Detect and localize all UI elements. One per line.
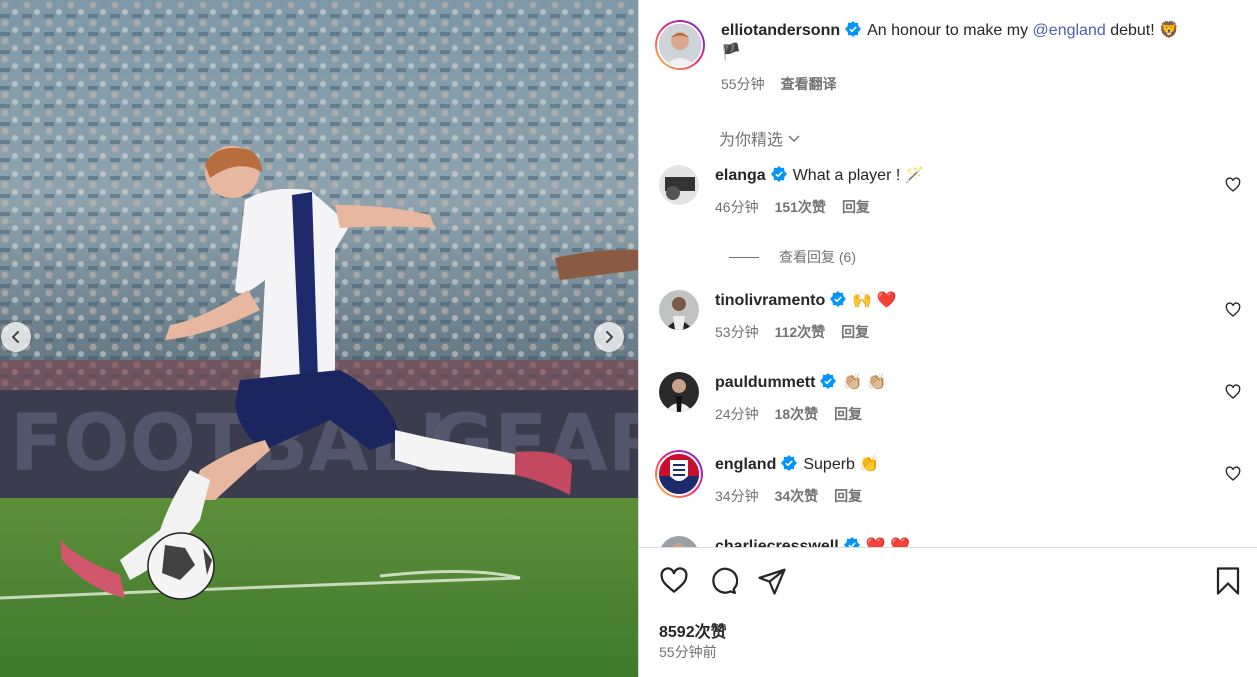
post-action-bar <box>659 566 1249 598</box>
comment-text: pauldummett 👏🏼 👏🏼 <box>715 372 1251 394</box>
like-heart-icon[interactable] <box>659 566 689 596</box>
like-comment-heart-icon[interactable] <box>1225 384 1241 400</box>
save-bookmark-icon[interactable] <box>1213 566 1243 596</box>
comment-time: 24分钟 <box>715 406 759 422</box>
caption-tail: debut! <box>1110 22 1155 39</box>
action-bar-divider <box>639 547 1257 548</box>
view-replies-button[interactable]: 查看回复 (6) <box>729 247 856 267</box>
comment-username[interactable]: elanga <box>715 167 766 184</box>
comment-emoji: 🪄 <box>904 167 925 184</box>
comments-panel: elliotandersonn An honour to make my @eng… <box>638 0 1257 677</box>
comment-text: england Superb 👏 <box>715 454 1251 476</box>
comment-bubble-icon[interactable] <box>708 566 738 596</box>
reply-button[interactable]: 回复 <box>834 404 862 424</box>
football-photo: FOOTBALL GEAR <box>0 0 638 677</box>
comment-emoji: 👏🏼 👏🏼 <box>842 374 887 391</box>
post-photo[interactable]: FOOTBALL GEAR <box>0 0 638 677</box>
comment-item: elanga What a player ! 🪄 46分钟 151次赞 回复 查看… <box>659 165 1251 265</box>
previous-photo-button[interactable] <box>1 322 31 352</box>
commenter-avatar[interactable] <box>659 165 699 205</box>
comment-filter-label: 为你精选 <box>719 132 784 149</box>
like-comment-heart-icon[interactable] <box>1225 466 1241 482</box>
caption-mention-link[interactable]: @england <box>1033 22 1106 39</box>
commenter-avatar[interactable] <box>659 536 699 547</box>
comment-time: 34分钟 <box>715 488 759 504</box>
comment-likes[interactable]: 18次赞 <box>775 404 819 424</box>
comment-body: What a player ! <box>792 167 901 184</box>
verified-badge-icon <box>820 373 837 389</box>
author-username[interactable]: elliotandersonn <box>721 22 840 39</box>
post-viewer: FOOTBALL GEAR elliotandersonn An honour … <box>0 0 1257 677</box>
caption-time: 55分钟 <box>721 76 765 92</box>
avatar-photo <box>659 536 699 547</box>
verified-badge-icon <box>781 455 798 471</box>
author-avatar[interactable] <box>655 20 705 70</box>
chevron-down-icon <box>788 135 800 143</box>
comment-item: england Superb 👏 34分钟 34次赞 回复 <box>655 450 1251 506</box>
caption-text: elliotandersonn An honour to make my @eng… <box>721 20 1237 64</box>
avatar-photo <box>659 24 701 66</box>
england-crest-avatar <box>659 454 699 494</box>
lion-emoji: 🦁 <box>1159 22 1180 39</box>
comment-text: elanga What a player ! 🪄 <box>715 165 1251 187</box>
verified-badge-icon <box>830 291 847 307</box>
avatar-photo <box>659 372 699 412</box>
post-caption: elliotandersonn An honour to make my @eng… <box>655 20 1237 94</box>
comment-meta: 24分钟 18次赞 回复 <box>715 404 1251 424</box>
comment-time: 53分钟 <box>715 324 759 340</box>
divider-dash <box>729 256 759 258</box>
comment-username[interactable]: england <box>715 456 776 473</box>
comment-list: elanga What a player ! 🪄 46分钟 151次赞 回复 查看… <box>655 160 1255 547</box>
view-replies-label: 查看回复 (6) <box>779 249 856 265</box>
like-comment-heart-icon[interactable] <box>1225 177 1241 193</box>
comment-text: tinolivramento 🙌 ❤️ <box>715 290 1251 312</box>
comment-meta: 34分钟 34次赞 回复 <box>715 486 1251 506</box>
comment-emoji: ❤️ ❤️ <box>865 538 910 547</box>
chevron-left-icon <box>12 331 19 343</box>
comment-filter-dropdown[interactable]: 为你精选 <box>719 126 801 150</box>
comment-likes[interactable]: 112次赞 <box>775 322 826 342</box>
comment-username[interactable]: pauldummett <box>715 374 815 391</box>
comment-username[interactable]: tinolivramento <box>715 292 825 309</box>
verified-badge-icon <box>843 537 860 547</box>
avatar-photo <box>659 290 699 330</box>
comment-text: charliecresswell ❤️ ❤️ <box>715 536 1251 547</box>
like-comment-heart-icon[interactable] <box>1225 302 1241 318</box>
caption-meta: 55分钟 查看翻译 <box>721 74 1237 94</box>
comment-username[interactable]: charliecresswell <box>715 538 839 547</box>
commenter-avatar[interactable] <box>659 290 699 330</box>
commenter-avatar[interactable] <box>659 372 699 412</box>
verified-badge-icon <box>770 166 787 182</box>
reply-button[interactable]: 回复 <box>842 197 870 217</box>
comment-meta: 46分钟 151次赞 回复 <box>715 197 1251 217</box>
avatar-photo <box>659 165 699 205</box>
chevron-right-icon <box>606 331 613 343</box>
commenter-avatar[interactable] <box>655 450 703 498</box>
caption-body: An honour to make my <box>867 22 1029 39</box>
next-photo-button[interactable] <box>594 322 624 352</box>
reply-button[interactable]: 回复 <box>834 486 862 506</box>
comment-emoji: 🙌 ❤️ <box>852 292 897 309</box>
comment-time: 46分钟 <box>715 199 759 215</box>
post-time: 55分钟前 <box>659 644 717 660</box>
flag-emoji: 🏴 <box>721 44 741 61</box>
comment-item: tinolivramento 🙌 ❤️ 53分钟 112次赞 回复 <box>659 290 1251 342</box>
comment-item: pauldummett 👏🏼 👏🏼 24分钟 18次赞 回复 <box>659 372 1251 424</box>
comment-likes[interactable]: 34次赞 <box>775 486 819 506</box>
comment-emoji: 👏 <box>859 456 880 473</box>
share-paper-plane-icon[interactable] <box>757 566 787 596</box>
translate-link[interactable]: 查看翻译 <box>781 74 837 94</box>
like-count[interactable]: 8592次赞 <box>659 618 727 642</box>
comment-meta: 53分钟 112次赞 回复 <box>715 322 1251 342</box>
comment-likes[interactable]: 151次赞 <box>775 197 826 217</box>
comment-body: Superb <box>803 456 855 473</box>
reply-button[interactable]: 回复 <box>841 322 869 342</box>
comment-item: charliecresswell ❤️ ❤️ <box>659 536 1251 547</box>
verified-badge-icon <box>845 21 862 37</box>
